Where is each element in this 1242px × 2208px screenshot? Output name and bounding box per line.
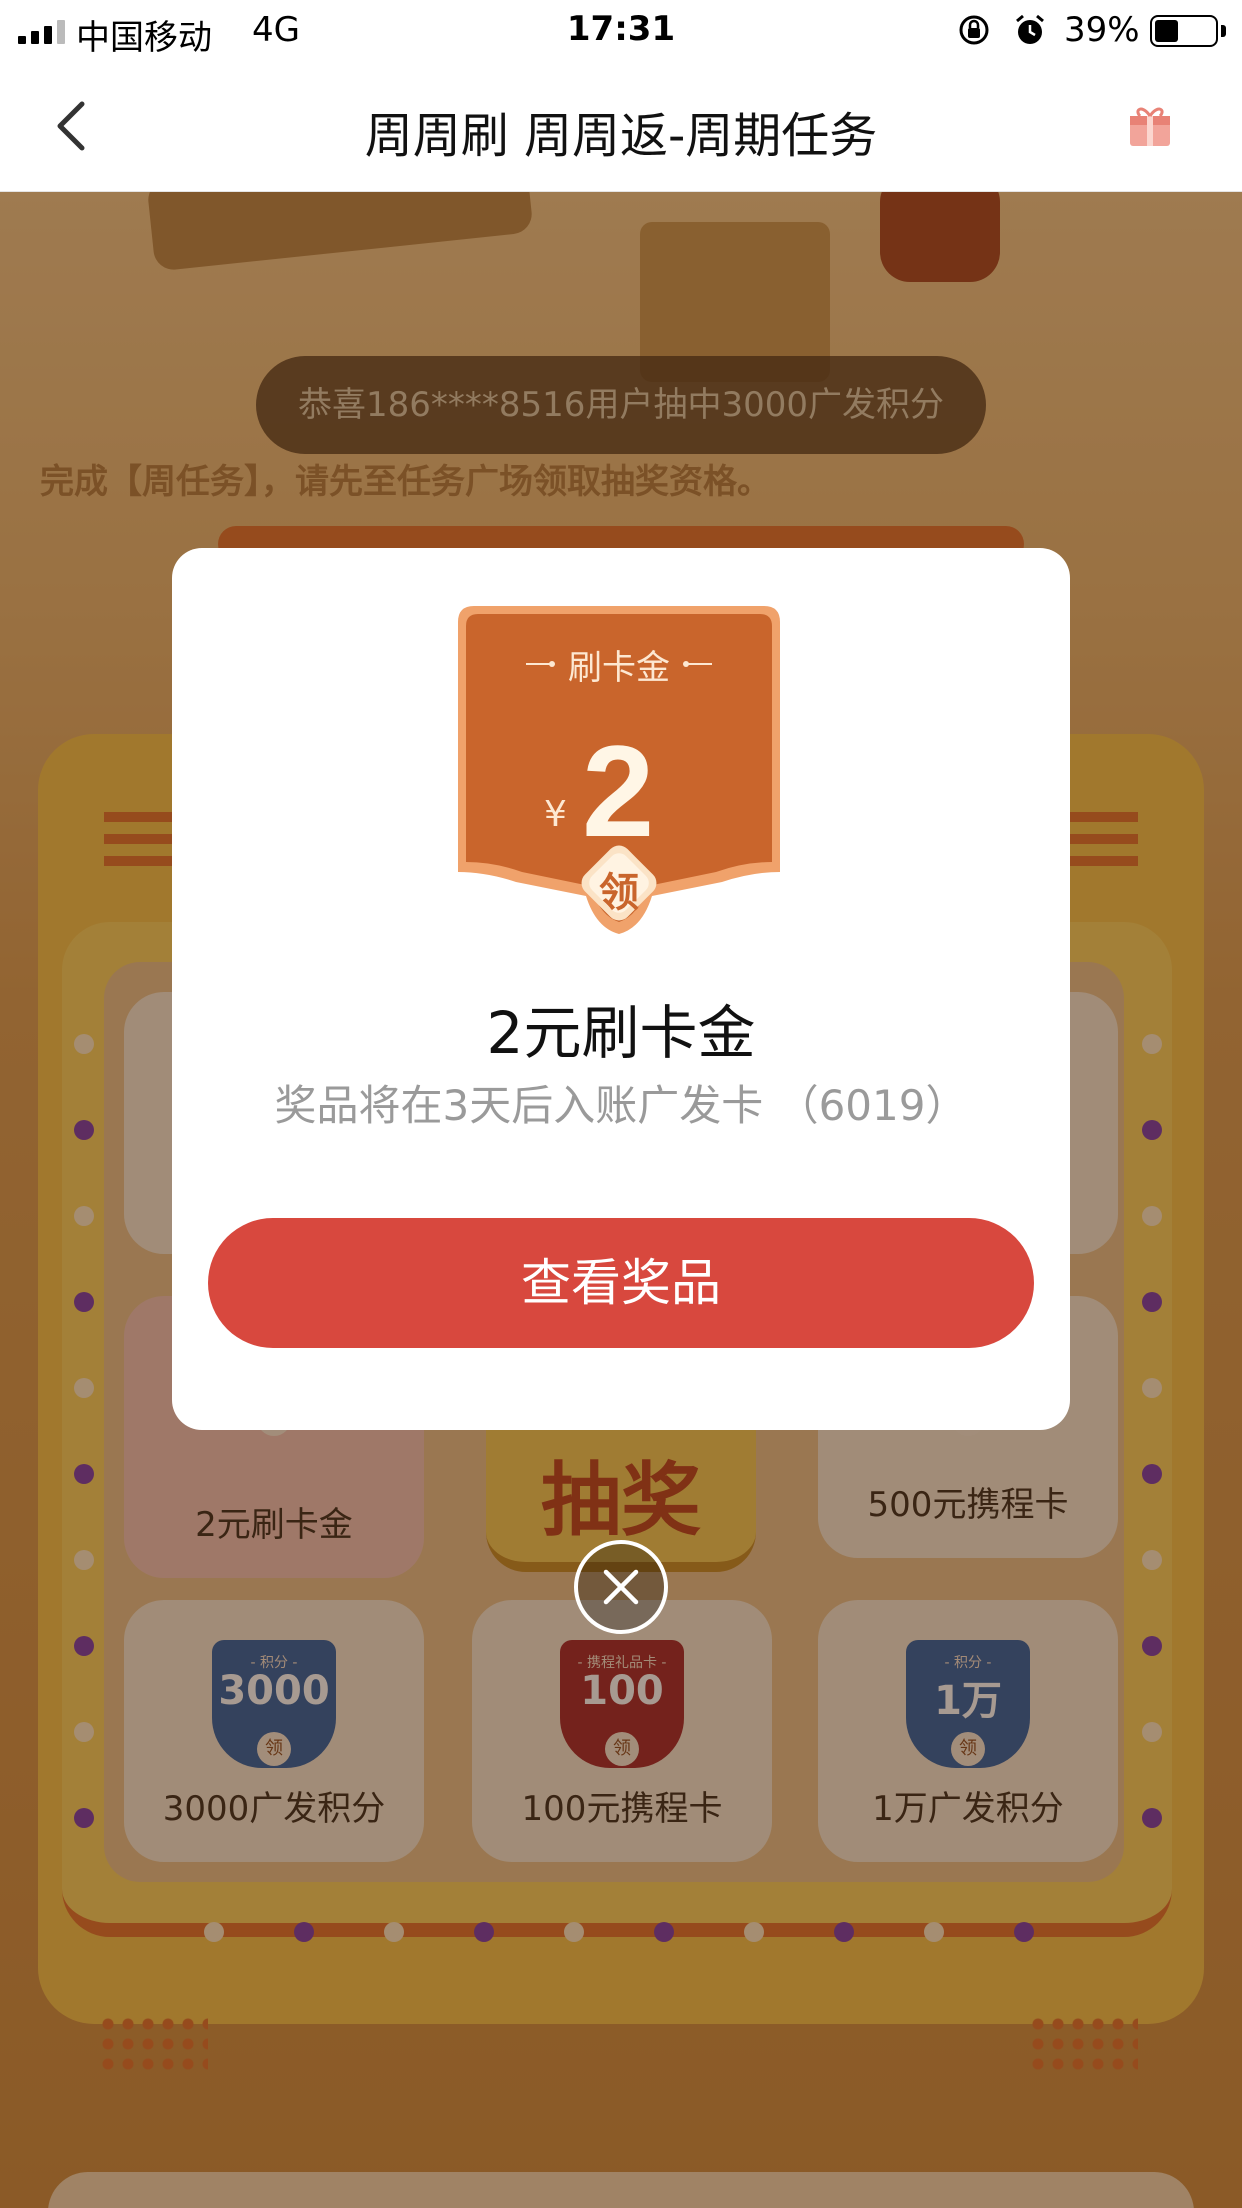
- alarm-icon: [1016, 14, 1044, 44]
- status-time: 17:31: [566, 9, 676, 49]
- gift-icon[interactable]: [1128, 102, 1172, 148]
- badge-tag: 刷卡金: [568, 648, 670, 688]
- ling-icon: 领: [599, 870, 639, 916]
- nav-bar: 周周刷 周周返-周期任务: [0, 62, 1242, 192]
- status-bar: 中国移动 4G 17:31 39%: [0, 0, 1242, 62]
- prize-name: 2元刷卡金: [486, 999, 756, 1067]
- prize-description: 奖品将在3天后入账广发卡 （6019）: [274, 1081, 968, 1130]
- prize-dialog: 刷卡金 ¥ 2 领 2元刷卡金 奖品将在3天后入账广发卡 （6019） 查看奖品: [172, 548, 1070, 1430]
- close-icon[interactable]: [572, 1538, 670, 1636]
- badge-currency: ¥: [544, 794, 567, 835]
- battery-icon: [1150, 15, 1218, 47]
- view-prize-button[interactable]: 查看奖品: [208, 1218, 1034, 1348]
- battery-tip: [1221, 25, 1226, 37]
- battery-percent: 39%: [1064, 10, 1140, 50]
- orientation-lock-icon: [959, 15, 989, 45]
- page-title: 周周刷 周周返-周期任务: [364, 108, 878, 164]
- badge-amount: 2: [582, 718, 655, 864]
